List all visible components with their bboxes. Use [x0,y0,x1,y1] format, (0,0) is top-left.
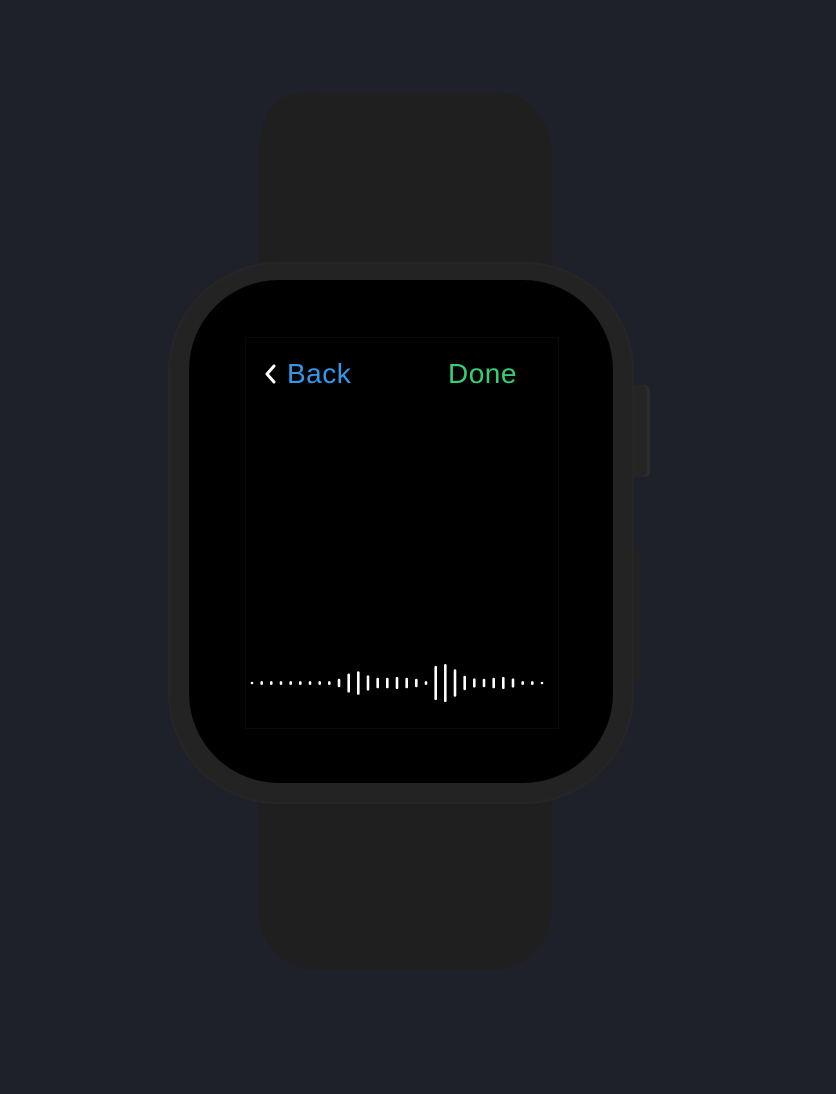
watch-screen: Back Done [189,280,613,783]
waveform-bar [453,669,457,697]
dictation-display: Back Done [245,337,559,729]
waveform-bar [473,678,476,688]
waveform-bar [395,676,399,690]
waveform-bar [492,677,495,689]
waveform-bar [444,664,447,702]
waveform-bar [328,681,331,685]
waveform-bar [540,681,544,685]
waveform-bar [502,676,505,690]
waveform-bar [424,681,428,685]
waveform-bar [308,681,312,685]
waveform-bar [415,678,418,688]
waveform-bar [531,681,534,685]
waveform-bar [260,681,263,685]
chevron-left-icon [265,364,276,384]
waveform-bar [511,678,515,688]
waveform-bar [357,671,360,695]
audio-waveform [250,664,544,702]
waveform-bar [366,675,370,691]
waveform-bar [250,681,254,685]
waveform-bar [299,681,302,685]
waveform-bar [376,677,379,689]
waveform-bar [289,681,292,685]
waveform-bar [347,673,350,693]
waveform-bar [270,681,273,685]
back-button[interactable]: Back [262,358,351,390]
waveform-bar [434,665,437,701]
watch-band-bottom [258,780,552,970]
waveform-bar [521,681,524,685]
waveform-bar [279,681,283,685]
waveform-bar [463,675,466,691]
waveform-bar [318,681,321,685]
waveform-bar [386,677,389,689]
waveform-bar [337,678,341,688]
watch-scene: Back Done [0,0,836,1094]
waveform-bar [482,678,486,688]
done-button[interactable]: Done [448,358,517,390]
back-label: Back [287,358,352,389]
waveform-bar [405,677,408,689]
